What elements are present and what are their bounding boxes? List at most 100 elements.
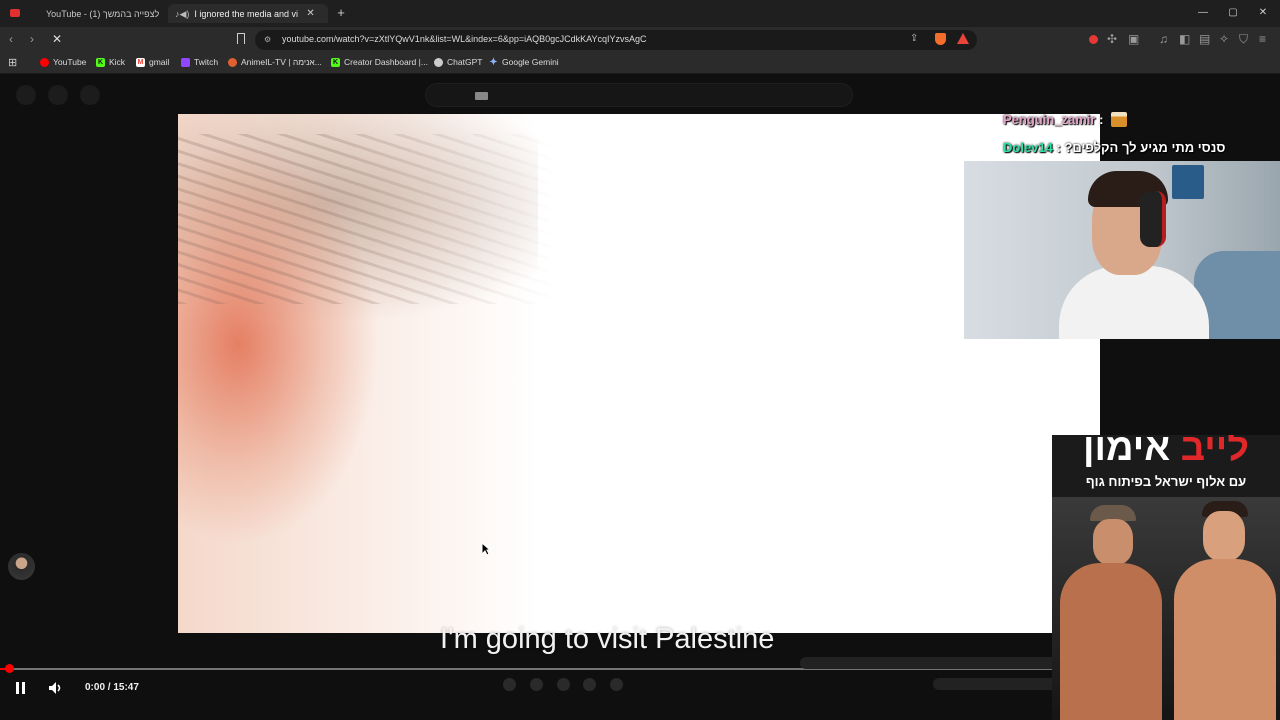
bookmark-label: Creator Dashboard |... [344, 57, 428, 67]
loading-placeholder [610, 678, 623, 691]
chat-message: Penguin_zamir : [1003, 112, 1128, 127]
video-player[interactable] [178, 114, 1100, 633]
pause-icon [16, 682, 19, 694]
bookmark-label: gmail [149, 57, 170, 67]
ad-person-torso [1174, 559, 1276, 720]
bookmark-chatgpt[interactable]: ChatGPT [434, 57, 482, 67]
beer-emote-icon [1111, 112, 1128, 127]
minimize-button[interactable]: — [1196, 6, 1210, 20]
sidebar-icon[interactable]: ◧ [1179, 32, 1190, 46]
share-icon[interactable]: ⇪ [910, 33, 918, 44]
bookmark-page-icon[interactable] [237, 33, 245, 44]
audio-playing-icon: ♪◀) [175, 8, 190, 19]
apps-grid-icon[interactable]: ⊞ [8, 56, 17, 70]
brave-shields-icon[interactable] [935, 33, 946, 45]
logo-placeholder [48, 85, 68, 105]
ad-title-white: אימון [1083, 435, 1171, 469]
loading-placeholder [557, 678, 570, 691]
ad-person-left [1060, 505, 1162, 720]
bookmark-animeil[interactable]: AnimeIL-TV | אנימה... [228, 57, 322, 67]
close-window-button[interactable]: ✕ [1256, 6, 1270, 20]
wallet-icon[interactable]: ▤ [1199, 32, 1210, 46]
pause-button[interactable] [14, 681, 28, 695]
youtube-icon [40, 57, 49, 67]
loading-placeholder [583, 678, 596, 691]
mouse-cursor-icon [481, 542, 491, 556]
recording-extension-icon[interactable] [1089, 35, 1098, 44]
browser-tab-strip: YouTube - לצפייה בהמשך (1) ♪◀) I ignored… [0, 0, 1280, 27]
leo-ai-icon[interactable]: ✧ [1219, 32, 1229, 46]
pause-icon [22, 682, 25, 694]
bookmark-kick[interactable]: K Kick [96, 57, 125, 67]
bookmark-label: Google Gemini [502, 57, 559, 67]
loading-placeholder [503, 678, 516, 691]
chat-separator: : [1095, 112, 1108, 127]
url-text: youtube.com/watch?v=zXtlYQwV1nk&list=WL&… [282, 34, 647, 44]
loading-placeholder [530, 678, 543, 691]
volume-icon [49, 682, 61, 694]
tab-current-video[interactable]: ♪◀) I ignored the media and visit ✕ [168, 4, 328, 23]
kick-icon: K [331, 57, 340, 67]
menu-placeholder [16, 85, 36, 105]
headphones-icon [1140, 191, 1166, 247]
vpn-shield-icon[interactable]: ⛉ [1239, 32, 1248, 46]
tab-watch-later[interactable]: YouTube - לצפייה בהמשך (1) [40, 4, 165, 23]
gemini-icon: ✦ [489, 56, 498, 68]
loading-placeholder [800, 657, 1060, 669]
back-icon[interactable]: ‹ [9, 32, 13, 46]
forward-icon[interactable]: › [30, 32, 34, 46]
bookmarks-bar: ⊞ YouTube K Kick Mgmail Twitch AnimeIL-TV… [0, 52, 1280, 74]
kick-icon: K [96, 57, 105, 67]
gmail-icon: M [136, 57, 145, 67]
media-controls-icon[interactable]: ♫ [1159, 32, 1168, 46]
bookmark-twitch[interactable]: Twitch [181, 57, 218, 67]
bookmark-creator-dashboard[interactable]: K Creator Dashboard |... [331, 57, 428, 67]
browser-menu-icon[interactable] [10, 9, 20, 17]
ad-person-face [1093, 519, 1133, 565]
bookmark-google-gemini[interactable]: ✦ Google Gemini [489, 56, 559, 68]
streamer-webcam [964, 161, 1280, 339]
video-time: 0:00 / 15:47 [85, 682, 139, 693]
ad-subtitle: עם אלוף ישראל בפיתוח גוף [1085, 474, 1247, 489]
bookmark-label: Twitch [194, 57, 219, 67]
progress-scrubber[interactable] [5, 664, 14, 673]
chat-text: סנסי מתי מגיע לך הקלפים? [1064, 140, 1226, 155]
maximize-button[interactable]: ▢ [1226, 6, 1240, 20]
site-info-icon[interactable]: ⚙ [264, 35, 271, 44]
chatgpt-icon [434, 57, 443, 67]
screenshot-icon[interactable]: ▣ [1128, 32, 1139, 46]
stop-loading-icon[interactable]: ✕ [52, 32, 62, 46]
bookmark-gmail[interactable]: Mgmail [136, 57, 169, 67]
search-bar-placeholder [425, 83, 853, 107]
tab-close-icon[interactable]: ✕ [306, 8, 314, 19]
browser-menu-icon[interactable]: ≡ [1259, 32, 1266, 46]
chat-message: Dolev14 : סנסי מתי מגיע לך הקלפים? [1003, 140, 1225, 155]
bookmark-label: Kick [109, 57, 126, 67]
bookmark-label: YouTube [53, 57, 87, 67]
ad-person-torso [1060, 563, 1162, 720]
new-tab-button[interactable]: + [334, 6, 348, 20]
logo-placeholder [80, 85, 100, 105]
brave-rewards-icon[interactable] [957, 33, 969, 44]
loading-placeholder [933, 678, 1060, 690]
ad-title-red: לייב [1180, 435, 1249, 469]
keyboard-icon [475, 92, 488, 100]
video-frame-beams [178, 134, 558, 304]
tab-title: I ignored the media and visit [194, 8, 299, 19]
browser-toolbar: ‹ › ✕ ⚙ youtube.com/watch?v=zXtlYQwV1nk&… [0, 27, 1280, 52]
extensions-icon[interactable]: ✣ [1107, 32, 1117, 46]
channel-avatar[interactable] [8, 553, 35, 580]
tab-title: YouTube - לצפייה בהמשך (1) [46, 8, 160, 19]
ad-title: לייב אימון [1052, 435, 1280, 470]
bookmark-label: ChatGPT [447, 57, 483, 67]
webcam-poster [1172, 165, 1204, 199]
ad-person-face [1203, 511, 1245, 561]
sponsored-ad[interactable]: לייב אימון עם אלוף ישראל בפיתוח גוף [1052, 435, 1280, 720]
volume-button[interactable] [48, 681, 64, 695]
chat-username: Dolev14 [1003, 140, 1053, 155]
bookmark-youtube[interactable]: YouTube [40, 57, 86, 67]
address-bar[interactable]: ⚙ youtube.com/watch?v=zXtlYQwV1nk&list=W… [255, 30, 977, 50]
bookmark-label: AnimeIL-TV | אנימה... [241, 57, 322, 67]
ad-person-right [1170, 501, 1276, 720]
animeil-icon [228, 57, 237, 67]
